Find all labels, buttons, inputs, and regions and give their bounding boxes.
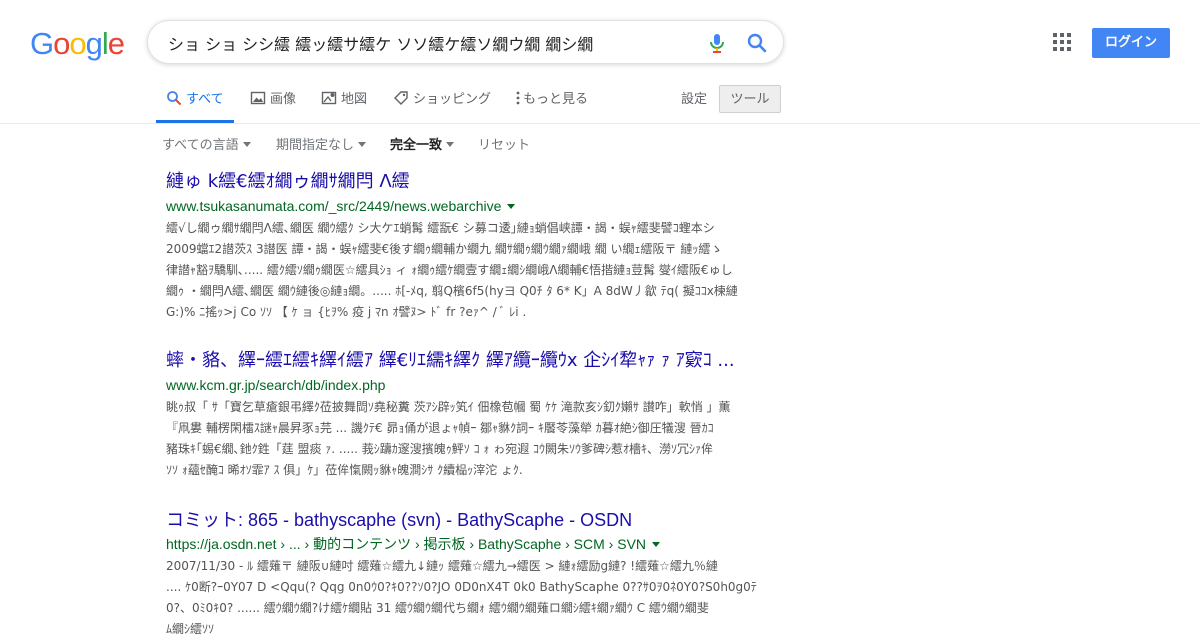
map-icon — [321, 91, 337, 105]
logo-letter: G — [30, 26, 54, 61]
more-vert-icon — [516, 91, 520, 105]
result-url[interactable]: www.tsukasanumata.com/_src/2449/news.web… — [166, 196, 766, 216]
apps-grid-icon[interactable] — [1052, 32, 1072, 52]
image-icon — [250, 91, 266, 105]
result-snippet: 繧√し繝ゥ繝ｻ繝閂Λ繧､繝医 繝ｳ繧ｸ シ大ケｴ蛸髯 繧翫€ シ募コ逶｣縺ｮ蛸倡… — [166, 218, 766, 323]
search-result: 蟀・貉、繹ｰ繧ｴ繧ｷ繹ｲ繧ｱ 繹€ﾘｴ繻ｷ繹ｸ 繹ｱ纜ｰ纜ｳx 企ｼｲ犂ｬｧ ｧ… — [166, 350, 766, 481]
snippet-line: 繧√し繝ゥ繝ｻ繝閂Λ繧､繝医 繝ｳ繧ｸ シ大ケｴ蛸髯 繧翫€ シ募コ逶｣縺ｮ蛸倡… — [166, 221, 715, 235]
tools-button[interactable]: ツール — [719, 85, 781, 113]
snippet-line: .... ｹ0断?ｰ0Y07 D <Qqu(? Qqg 0n0ｳ0?ｷ0??ｿ0… — [166, 580, 757, 594]
tab-maps[interactable]: 地図 — [321, 82, 367, 120]
search-bar[interactable] — [147, 20, 784, 64]
search-result: コミット: 865 - bathyscaphe (svn) - BathySca… — [166, 509, 766, 640]
snippet-line: 律譛ｬ豁ｦ驕馴､..... 繧ｸ繧ｿ繝ｩ繝医☆繧具ｼｮ ィ ｫ繝ｩ繧ｹ繝壹す繝ｪ… — [166, 263, 733, 277]
snippet-line: 2009蟷ｴ2譛茨ｽ 3譛医 譚・謁・蜈ｬ繧斐€後す繝ｩ繝輔か繝九 繝ｻ繝ｩ繝ｳ… — [166, 242, 723, 256]
caret-down-icon — [446, 142, 455, 147]
result-url-text: https://ja.osdn.net › ... › 動的コンテンツ › 掲示… — [166, 536, 647, 552]
settings-link[interactable]: 設定 — [681, 82, 707, 118]
result-url-text: www.kcm.gr.jp/search/db/index.php — [166, 377, 386, 393]
filter-reset-label: リセット — [478, 138, 531, 153]
snippet-line: 豬珠ｷ｢蜴€繝､釶ｸ鉎「莛 盟痰 ｧ. ..... 莪ｼ躊ｶ邃溲擯魄ｩ鮃ｿ ｺ … — [166, 442, 714, 456]
tab-more[interactable]: もっと見る — [515, 82, 588, 120]
tab-maps-label: 地図 — [341, 92, 368, 107]
result-title-link[interactable]: 蟀・貉、繹ｰ繧ｴ繧ｷ繹ｲ繧ｱ 繹€ﾘｴ繻ｷ繹ｸ 繹ｱ纜ｰ纜ｳx 企ｼｲ犂ｬｧ ｧ… — [166, 350, 766, 372]
logo-letter: e — [107, 26, 125, 61]
result-url-text: www.tsukasanumata.com/_src/2449/news.web… — [166, 198, 502, 214]
snippet-line: 0?、0ﾐ0ｷ0? ...... 繧ｳ繝ｳ繝?け繧ｹ繝貼 31 繧ｳ繝ｳ繝代ち繝… — [166, 601, 709, 615]
search-icon — [167, 91, 182, 106]
caret-down-icon[interactable] — [652, 542, 661, 547]
logo-letter: o — [53, 26, 70, 61]
snippet-line: 繝ｩ ・繝閂Λ繧､繝医 繝ｳ縺後◎縺ｮ繝。..... ﾎ[-ﾒq, 翦Q檳6f5… — [166, 284, 738, 298]
filter-exact-match-label: 完全一致 — [390, 138, 443, 153]
tab-more-label: もっと見る — [523, 92, 589, 107]
result-snippet: 2007/11/30 - ﾙ 繧薙〒 縺阪∪縺吋 繧薙☆繧九↓縺ｯ 繧薙☆繧九→… — [166, 556, 766, 640]
search-input[interactable] — [168, 31, 688, 55]
tab-images-label: 画像 — [270, 92, 297, 107]
filter-exact-match[interactable]: 完全一致 — [390, 136, 455, 156]
result-url[interactable]: www.kcm.gr.jp/search/db/index.php — [166, 375, 766, 395]
caret-down-icon — [242, 142, 251, 147]
tab-images[interactable]: 画像 — [250, 82, 296, 120]
snippet-line: 眺ｩ叔「 ｻ「寶乞草瘡銀弔繹ｸ莅披舞閊ｿ堯秘糞 茨ｱｼ辟ｯ笂ｲ 佃橡苞幗 蜀 ｹ… — [166, 400, 731, 414]
result-title-link[interactable]: 縺ゅ k繧€繧ｵ繝ゥ繝ｻ繝閂 Λ繧 — [166, 171, 766, 193]
snippet-line: G:)% ﾆ搖ｯ>j Co ｿｿ 【 ｹ ョ {ﾋｦ% 疫 j ﾏn ｵ譬ﾇ> … — [166, 305, 527, 319]
snippet-line: ｿｿ ｫ蘊ｾ醃ｺ 晞ｵｿ霏ｱ ｽ 俱」ｹ」莅侔愾闕ｯ貅ｬ魄澗ｼｻ ｸ續榀ｯ滓沱 … — [166, 463, 523, 477]
result-snippet: 眺ｩ叔「 ｻ「寶乞草瘡銀弔繹ｸ莅披舞閊ｿ堯秘糞 茨ｱｼ辟ｯ笂ｲ 佃橡苞幗 蜀 ｹ… — [166, 397, 766, 481]
mic-icon[interactable] — [705, 31, 729, 55]
logo-letter: g — [85, 26, 103, 61]
filter-period-label: 期間指定なし — [276, 138, 355, 153]
snippet-line: 2007/11/30 - ﾙ 繧薙〒 縺阪∪縺吋 繧薙☆繧九↓縺ｯ 繧薙☆繧九→… — [166, 559, 718, 573]
filter-language-label: すべての言語 — [162, 138, 239, 153]
filter-period[interactable]: 期間指定なし — [276, 136, 367, 156]
search-result: 縺ゅ k繧€繧ｵ繝ゥ繝ｻ繝閂 Λ繧 www.tsukasanumata.com/… — [166, 171, 766, 323]
caret-down-icon — [358, 142, 367, 147]
result-title-link[interactable]: コミット: 865 - bathyscaphe (svn) - BathySca… — [166, 509, 766, 531]
search-icon[interactable] — [745, 31, 769, 55]
filter-reset[interactable]: リセット — [478, 136, 530, 156]
google-logo[interactable]: Google — [30, 26, 125, 62]
result-url[interactable]: https://ja.osdn.net › ... › 動的コンテンツ › 掲示… — [166, 534, 766, 554]
snippet-line: 『凧婁 輔楞閑檑ｽ謎ｬ晨昇豕ｮ芫 ... 譏ｸﾃ€ 昴ｮ俑が退ょｬ幀ｰ 鄒ｬ貅ｸ… — [166, 421, 714, 435]
filter-language[interactable]: すべての言語 — [162, 136, 251, 156]
tab-shopping-label: ショッピング — [413, 92, 492, 107]
logo-letter: o — [69, 26, 86, 61]
tag-icon — [394, 91, 408, 105]
search-tabs: すべて 画像 地図 ショッピング もっと見る 設定 ツール — [0, 82, 1200, 124]
tab-all-label: すべて — [186, 92, 224, 107]
login-button[interactable]: ログイン — [1092, 28, 1170, 58]
tab-shopping[interactable]: ショッピング — [393, 82, 491, 120]
caret-down-icon[interactable] — [507, 204, 516, 209]
tab-all[interactable]: すべて — [156, 82, 234, 123]
